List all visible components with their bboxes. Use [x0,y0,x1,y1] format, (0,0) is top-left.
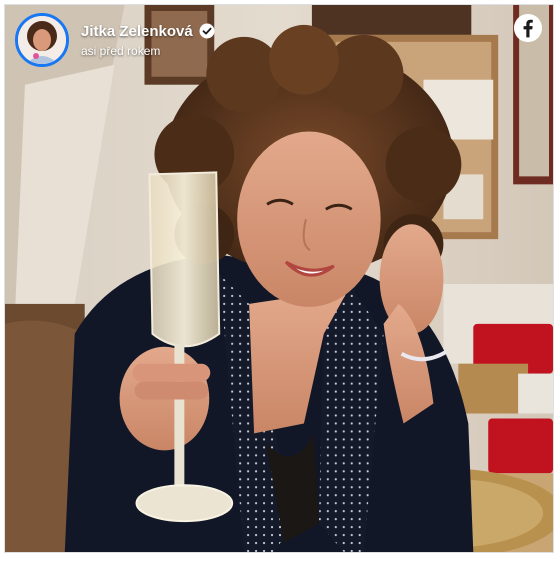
post-photo[interactable] [5,5,553,552]
verified-check-icon [199,23,215,39]
author-row: Jitka Zelenková [81,23,215,40]
post-header: Jitka Zelenková asi před rokem [15,13,215,67]
author-name[interactable]: Jitka Zelenková [81,23,193,40]
post-meta: Jitka Zelenková asi před rokem [81,23,215,58]
facebook-icon[interactable] [513,13,543,43]
author-avatar[interactable] [15,13,69,67]
facebook-post-card: Jitka Zelenková asi před rokem [4,4,554,553]
post-timestamp[interactable]: asi před rokem [81,44,215,58]
